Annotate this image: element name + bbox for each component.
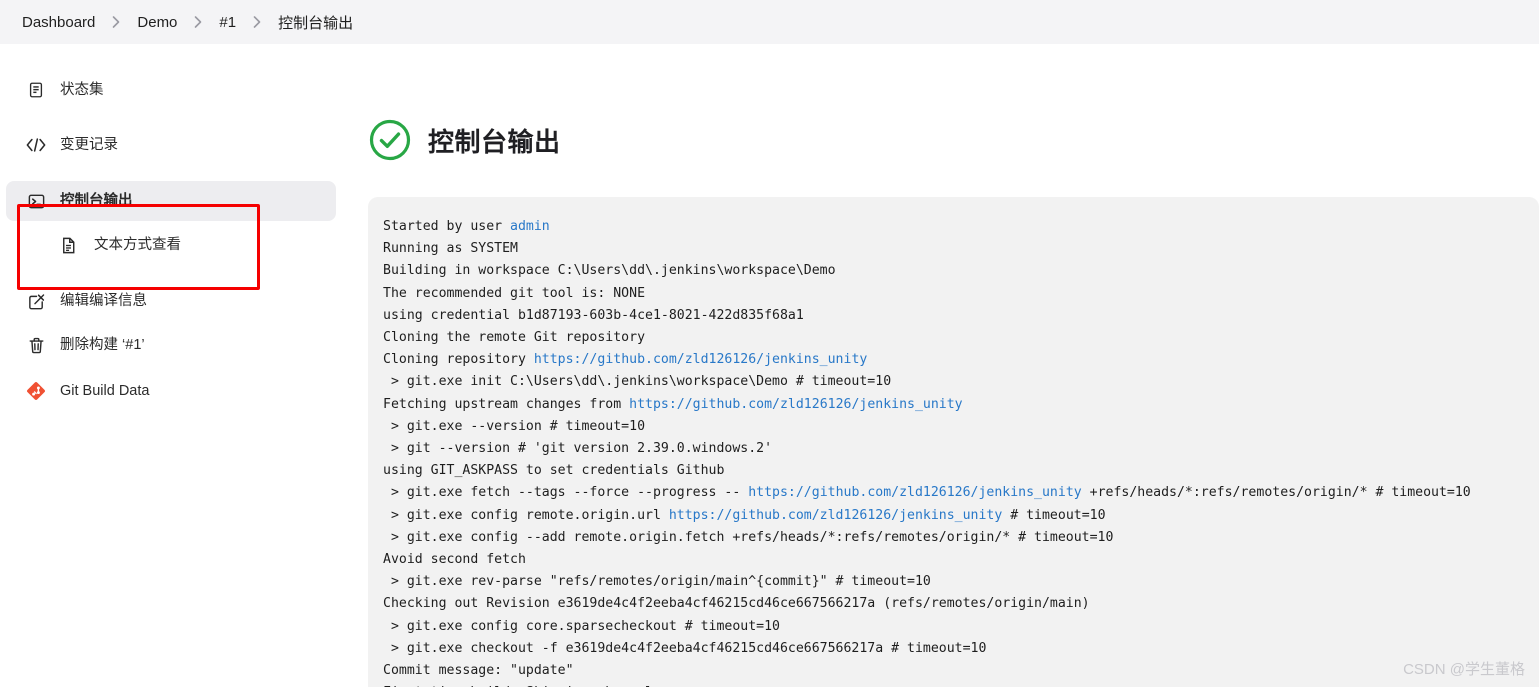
console-line: Started by user admin [383,219,550,234]
breadcrumb-item-1[interactable]: Dashboard [14,11,103,34]
sidebar-item-console[interactable]: 控制台输出 [6,181,336,221]
console-output-panel[interactable]: Started by user admin Running as SYSTEM Bu… [368,197,1539,687]
file-text-icon [58,235,78,255]
terminal-icon [26,191,46,211]
console-line: > git.exe init C:\Users\dd\.jenkins\work… [383,374,892,390]
breadcrumb-item-4: 控制台输出 [278,14,354,32]
console-link[interactable]: https://github.com/zld126126/jenkins_uni… [748,485,1081,500]
sidebar-item-label: 控制台输出 [60,192,133,209]
sidebar-item-label: Git Build Data [60,382,150,399]
console-line: Cloning repository https://github.com/zl… [383,352,868,368]
sidebar-item-label: 变更记录 [60,136,118,153]
console-line: > git.exe checkout -f e3619de4c4f2eeba4c… [383,640,987,656]
git-logo-icon [26,381,46,401]
sidebar-item-label: 状态集 [60,81,104,98]
console-line: > git.exe fetch --tags --force --progres… [383,485,1471,501]
console-line: using credential b1d87193-603b-4ce1-8021… [383,307,804,323]
edit-square-icon [26,291,46,311]
chevron-right-icon [187,15,209,29]
console-line: Checking out Revision e3619de4c4f2eeba4c… [383,596,1090,612]
chevron-right-icon [105,15,127,29]
console-line: First time build. Skipping changelog. [383,682,1515,687]
sidebar-item-gitdata[interactable]: Git Build Data [6,371,336,411]
main-content: 控制台输出 Started by user admin Running as SY… [368,44,1539,687]
console-line: > git.exe config --add remote.origin.fet… [383,529,1114,545]
chevron-right-icon [246,15,268,29]
sidebar-item-statusset[interactable]: 状态集 [6,70,336,110]
breadcrumb-item-3[interactable]: #1 [211,11,244,34]
sidebar-item-label: 删除构建 ‘#1’ [60,336,145,353]
console-link[interactable]: https://github.com/zld126126/jenkins_uni… [629,397,962,412]
console-line: The recommended git tool is: NONE [383,285,646,301]
sidebar-item-changes[interactable]: 变更记录 [6,125,336,165]
breadcrumb-item-2[interactable]: Demo [129,11,185,34]
console-line: Cloning the remote Git repository [383,330,646,346]
trash-icon [26,335,46,355]
page-title: 控制台输出 [428,126,561,157]
console-line: Running as SYSTEM [383,241,518,257]
console-line: using GIT_ASKPASS to set credentials Git… [383,463,725,479]
sidebar-item-textview[interactable]: 文本方式查看 [6,225,336,265]
sidebar-item-editinfo[interactable]: 编辑编译信息 [6,281,336,321]
console-line: > git.exe rev-parse "refs/remotes/origin… [383,574,931,590]
document-icon [26,80,46,100]
console-link[interactable]: https://github.com/zld126126/jenkins_uni… [669,508,1002,523]
console-link[interactable]: https://github.com/zld126126/jenkins_uni… [534,352,867,367]
page-heading: 控制台输出 [368,118,1539,162]
watermark: CSDN @学生董格 [1403,661,1525,678]
console-line: > git.exe config remote.origin.url https… [383,507,1106,523]
console-line: Avoid second fetch [383,552,526,568]
console-line: Commit message: "update" [383,663,574,679]
console-line: > git --version # 'git version 2.39.0.wi… [383,441,773,457]
console-line: Building in workspace C:\Users\dd\.jenki… [383,263,836,279]
console-link[interactable]: admin [510,219,550,234]
success-check-circle-icon [368,118,412,162]
sidebar-item-label: 编辑编译信息 [60,292,147,309]
sidebar-item-label: 文本方式查看 [94,236,181,253]
breadcrumb: Dashboard Demo #1 控制台输出 [0,0,1539,44]
code-brackets-icon [26,135,46,155]
console-line: > git.exe config core.sparsecheckout # t… [383,618,780,634]
console-line: > git.exe --version # timeout=10 [383,418,646,434]
console-line: Fetching upstream changes from https://g… [383,396,963,412]
console-output-text: Started by user admin Running as SYSTEM Bu… [383,216,1515,687]
sidebar-item-delete[interactable]: 删除构建 ‘#1’ [6,325,336,365]
sidebar: 状态集变更记录控制台输出文本方式查看编辑编译信息 删除构建 ‘#1’ Git Bui… [0,44,368,687]
